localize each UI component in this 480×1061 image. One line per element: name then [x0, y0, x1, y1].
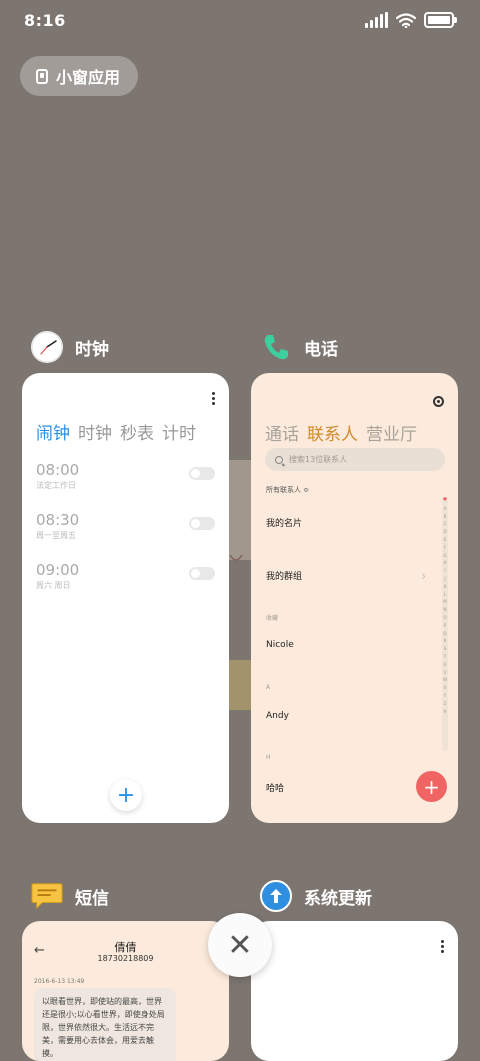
- phone-tabs: 通话 联系人 营业厅: [265, 420, 417, 445]
- index-letter[interactable]: D: [443, 528, 446, 536]
- sms-app-header[interactable]: 短信: [31, 880, 109, 912]
- add-contact-button[interactable]: +: [416, 771, 447, 802]
- update-app-icon: [260, 880, 292, 912]
- index-letter[interactable]: O: [443, 614, 446, 622]
- update-app-name: 系统更新: [304, 888, 372, 909]
- alarm-toggle[interactable]: [189, 467, 215, 480]
- background-art: [228, 460, 252, 710]
- index-letter[interactable]: M: [443, 598, 446, 606]
- sms-app-name: 短信: [75, 888, 109, 909]
- clock-app-icon: [31, 331, 63, 363]
- update-app-header[interactable]: 系统更新: [260, 880, 372, 912]
- search-placeholder: 搜索13位联系人: [289, 455, 348, 464]
- alarm-repeat: 法定工作日: [36, 481, 76, 490]
- small-window-button[interactable]: 小窗应用: [20, 56, 138, 96]
- add-alarm-button[interactable]: +: [110, 779, 142, 811]
- phone-app-name: 电话: [304, 339, 338, 360]
- alphabet-index[interactable]: ♥ A B C D E F G H I J K L M N O P Q R S …: [442, 497, 448, 751]
- message-date: 2016-6-13 13:49: [34, 978, 85, 985]
- settings-icon[interactable]: [433, 396, 444, 407]
- my-groups-item[interactable]: 我的群组: [266, 569, 302, 582]
- alarm-item[interactable]: 08:30 周一至周五: [36, 511, 215, 551]
- tab-alarm[interactable]: 闹钟: [36, 419, 70, 444]
- my-card-item[interactable]: 我的名片: [266, 516, 302, 529]
- wifi-icon: [396, 12, 416, 28]
- clock-app-header[interactable]: 时钟: [31, 331, 109, 363]
- index-letter[interactable]: Q: [443, 630, 446, 638]
- index-letter[interactable]: G: [443, 552, 446, 560]
- sms-app-icon: [31, 880, 63, 912]
- index-letter[interactable]: X: [444, 684, 447, 692]
- alarm-item[interactable]: 09:00 周六 周日: [36, 561, 215, 601]
- status-time: 8:16: [24, 11, 66, 30]
- contact-search-input[interactable]: 搜索13位联系人: [265, 448, 445, 471]
- conversation-number: 18730218809: [97, 954, 154, 963]
- clock-app-name: 时钟: [75, 339, 109, 360]
- index-letter[interactable]: V: [444, 669, 447, 677]
- sms-app-card[interactable]: ← 倩倩 18730218809 2016-6-13 13:49 以眼看世界，即…: [22, 921, 229, 1061]
- index-letter[interactable]: #: [443, 708, 446, 716]
- clear-all-button[interactable]: ✕: [208, 913, 272, 977]
- search-icon: [275, 455, 283, 464]
- contact-item[interactable]: 哈哈: [266, 781, 284, 794]
- tab-service-hall[interactable]: 营业厅: [366, 420, 417, 445]
- clock-tabs: 闹钟 时钟 秒表 计时: [36, 419, 196, 444]
- index-letter[interactable]: K: [444, 583, 447, 591]
- index-letter[interactable]: P: [444, 622, 446, 630]
- index-letter[interactable]: C: [444, 520, 447, 528]
- signal-icon: [365, 12, 388, 28]
- alarm-time: 09:00: [36, 561, 80, 579]
- section-header: 收藏: [266, 615, 279, 622]
- tab-timer[interactable]: 计时: [162, 419, 196, 444]
- contact-item[interactable]: Andy: [266, 711, 289, 721]
- update-app-card[interactable]: [251, 921, 458, 1061]
- alarm-time: 08:00: [36, 461, 80, 479]
- message-bubble[interactable]: 以眼看世界，即使站的最高，世界还是很小;以心看世界，即使身处局限，世界依然很大。…: [34, 988, 176, 1061]
- section-header: A: [266, 684, 271, 691]
- conversation-name: 倩倩: [114, 941, 137, 954]
- alarm-time: 08:30: [36, 511, 80, 529]
- phone-app-header[interactable]: 电话: [260, 331, 338, 363]
- index-letter[interactable]: W: [443, 676, 447, 684]
- index-letter[interactable]: N: [444, 606, 447, 614]
- index-letter[interactable]: H: [443, 559, 446, 567]
- phone-app-card[interactable]: 通话 联系人 营业厅 搜索13位联系人 所有联系人 ≎ 我的名片 我的群组 › …: [251, 373, 458, 823]
- contact-filter[interactable]: 所有联系人 ≎: [266, 485, 309, 495]
- index-letter[interactable]: L: [444, 591, 446, 599]
- battery-icon: [424, 12, 457, 28]
- clock-app-card[interactable]: 闹钟 时钟 秒表 计时 08:00 法定工作日 08:30 周一至周五 09:0…: [22, 373, 229, 823]
- tab-calls[interactable]: 通话: [265, 420, 299, 445]
- index-letter[interactable]: T: [444, 653, 446, 661]
- index-letter[interactable]: B: [444, 513, 447, 521]
- phone-app-icon: [260, 331, 292, 363]
- alarm-repeat: 周六 周日: [36, 581, 71, 590]
- index-letter[interactable]: E: [444, 536, 447, 544]
- index-letter[interactable]: U: [444, 661, 447, 669]
- index-letter[interactable]: S: [444, 645, 447, 653]
- contact-item[interactable]: Nicole: [266, 640, 294, 650]
- tab-clock[interactable]: 时钟: [78, 419, 112, 444]
- index-letter[interactable]: A: [444, 505, 447, 513]
- more-icon[interactable]: [212, 397, 215, 400]
- index-letter[interactable]: J: [444, 575, 445, 583]
- index-letter[interactable]: R: [444, 637, 447, 645]
- small-window-icon: [36, 68, 48, 84]
- section-header: H: [266, 754, 271, 761]
- tab-contacts[interactable]: 联系人: [307, 420, 358, 445]
- alarm-toggle[interactable]: [189, 517, 215, 530]
- index-letter[interactable]: Z: [444, 700, 447, 708]
- favorites-heart-icon: ♥: [442, 497, 448, 503]
- more-icon[interactable]: [441, 945, 444, 948]
- index-letter[interactable]: F: [444, 544, 446, 552]
- alarm-repeat: 周一至周五: [36, 531, 76, 540]
- small-window-label: 小窗应用: [56, 68, 121, 87]
- status-icons: [365, 12, 457, 28]
- tab-stopwatch[interactable]: 秒表: [120, 419, 154, 444]
- chevron-right-icon: ›: [421, 569, 426, 583]
- status-bar: 8:16: [0, 0, 480, 44]
- alarm-toggle[interactable]: [189, 567, 215, 580]
- index-letter[interactable]: I: [444, 567, 445, 575]
- index-letter[interactable]: Y: [444, 692, 446, 700]
- alarm-item[interactable]: 08:00 法定工作日: [36, 461, 215, 501]
